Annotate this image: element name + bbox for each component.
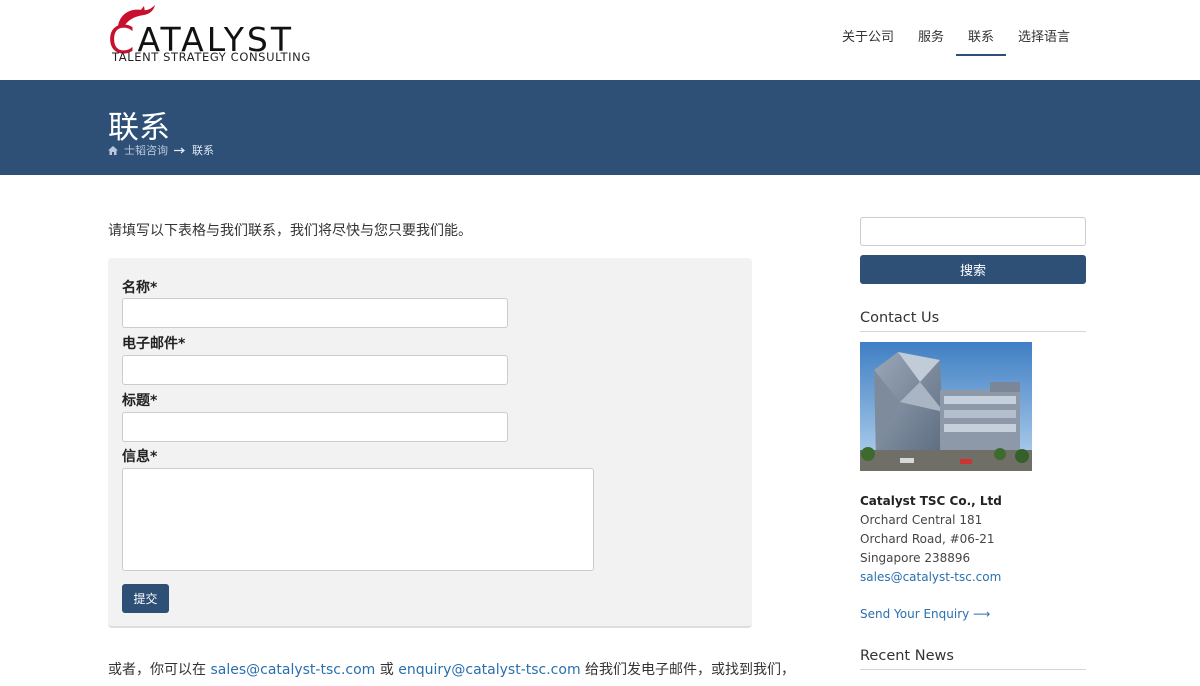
alternative-contact-text: 或者，你可以在 sales@catalyst-tsc.com 或 enquiry… bbox=[108, 659, 795, 679]
contact-form: 名称* 电子邮件* 标题* 信息* 提交 bbox=[108, 258, 752, 628]
catalyst-logo[interactable]: CATALYST TALENT STRATEGY CONSULTING bbox=[108, 5, 310, 68]
submit-button[interactable]: 提交 bbox=[122, 584, 169, 613]
alt-text-suffix: 给我们发电子邮件，或找到我们， bbox=[580, 662, 796, 678]
address-line-3: Singapore 238896 bbox=[860, 551, 971, 565]
page-title: 联系 bbox=[108, 110, 170, 146]
name-label: 名称* bbox=[122, 280, 158, 296]
email-label: 电子邮件* bbox=[122, 336, 186, 352]
message-textarea[interactable] bbox=[122, 468, 594, 571]
site-header: CATALYST TALENT STRATEGY CONSULTING 关于公司… bbox=[0, 0, 1200, 80]
form-intro: 请填写以下表格与我们联系，我们将尽快与您只要我们能。 bbox=[108, 223, 472, 239]
sidebar-search-input[interactable] bbox=[860, 217, 1086, 246]
logo-tagline: TALENT STRATEGY CONSULTING bbox=[112, 50, 311, 64]
nav-item-language[interactable]: 选择语言 bbox=[1006, 0, 1082, 56]
email-input[interactable] bbox=[122, 355, 508, 385]
office-building-photo bbox=[860, 342, 1032, 471]
breadcrumb: 士韬咨询 联系 bbox=[108, 142, 214, 158]
alt-text-middle: 或 bbox=[375, 662, 399, 678]
sales-email-link[interactable]: sales@catalyst-tsc.com bbox=[210, 662, 375, 678]
arrow-right-icon bbox=[174, 147, 185, 153]
address-line-1: Orchard Central 181 bbox=[860, 513, 983, 527]
breadcrumb-home-link[interactable]: 士韬咨询 bbox=[124, 142, 168, 158]
sidebar-email-link[interactable]: sales@catalyst-tsc.com bbox=[860, 570, 1001, 584]
subject-label: 标题* bbox=[122, 393, 158, 409]
alt-text-prefix: 或者，你可以在 bbox=[108, 662, 211, 678]
nav-item-contact[interactable]: 联系 bbox=[955, 0, 1006, 56]
address-line-2: Orchard Road, #06-21 bbox=[860, 532, 995, 546]
main-nav: 关于公司 服务 联系 选择语言 bbox=[830, 0, 1082, 80]
contact-us-heading: Contact Us bbox=[860, 310, 1086, 332]
company-name: Catalyst TSC Co., Ltd bbox=[860, 494, 1002, 508]
home-icon bbox=[108, 145, 118, 155]
page-banner: 联系 士韬咨询 联系 bbox=[0, 80, 1200, 175]
breadcrumb-current: 联系 bbox=[192, 144, 214, 157]
nav-item-about[interactable]: 关于公司 bbox=[830, 0, 906, 56]
enquiry-email-link[interactable]: enquiry@catalyst-tsc.com bbox=[398, 662, 580, 678]
nav-item-services[interactable]: 服务 bbox=[906, 0, 956, 56]
send-enquiry-link[interactable]: Send Your Enquiry ⟶ bbox=[860, 607, 990, 621]
subject-input[interactable] bbox=[122, 412, 508, 442]
recent-news-heading: Recent News bbox=[860, 648, 1086, 670]
name-input[interactable] bbox=[122, 298, 508, 328]
message-label: 信息* bbox=[122, 449, 158, 465]
sidebar-search-button[interactable]: 搜索 bbox=[860, 255, 1086, 284]
